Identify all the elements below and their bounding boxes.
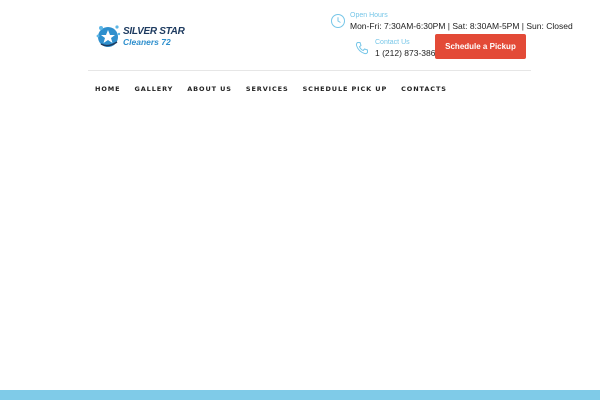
- nav-home[interactable]: HOME: [95, 84, 120, 94]
- nav-gallery[interactable]: GALLERY: [134, 84, 173, 94]
- clock-icon: [331, 14, 345, 28]
- nav-services[interactable]: SERVICES: [246, 84, 289, 94]
- schedule-pickup-button[interactable]: Schedule a Pickup: [435, 34, 526, 59]
- star-drop-logo-icon: [96, 25, 121, 47]
- hours-value: Mon-Fri: 7:30AM-6:30PM | Sat: 8:30AM-5PM…: [350, 21, 573, 31]
- site-logo[interactable]: SILVER STAR Cleaners 72: [95, 22, 185, 52]
- page: SILVER STAR Cleaners 72 Open Hours Mon-F…: [0, 0, 600, 400]
- logo-text-secondary: Cleaners 72: [123, 37, 171, 47]
- nav-about-us[interactable]: ABOUT US: [187, 84, 232, 94]
- hours-label: Open Hours: [350, 12, 388, 19]
- phone-icon: [355, 42, 368, 55]
- footer-band: [0, 390, 600, 400]
- nav-contacts[interactable]: CONTACTS: [401, 84, 447, 94]
- header-divider: [88, 70, 531, 71]
- contact-phone[interactable]: 1 (212) 873-3864: [375, 48, 440, 58]
- logo-text-primary: SILVER STAR: [123, 26, 185, 37]
- nav-schedule-pick-up[interactable]: SCHEDULE PICK UP: [303, 84, 388, 94]
- contact-label: Contact Us: [375, 39, 410, 46]
- main-nav: HOME GALLERY ABOUT US SERVICES SCHEDULE …: [95, 84, 461, 94]
